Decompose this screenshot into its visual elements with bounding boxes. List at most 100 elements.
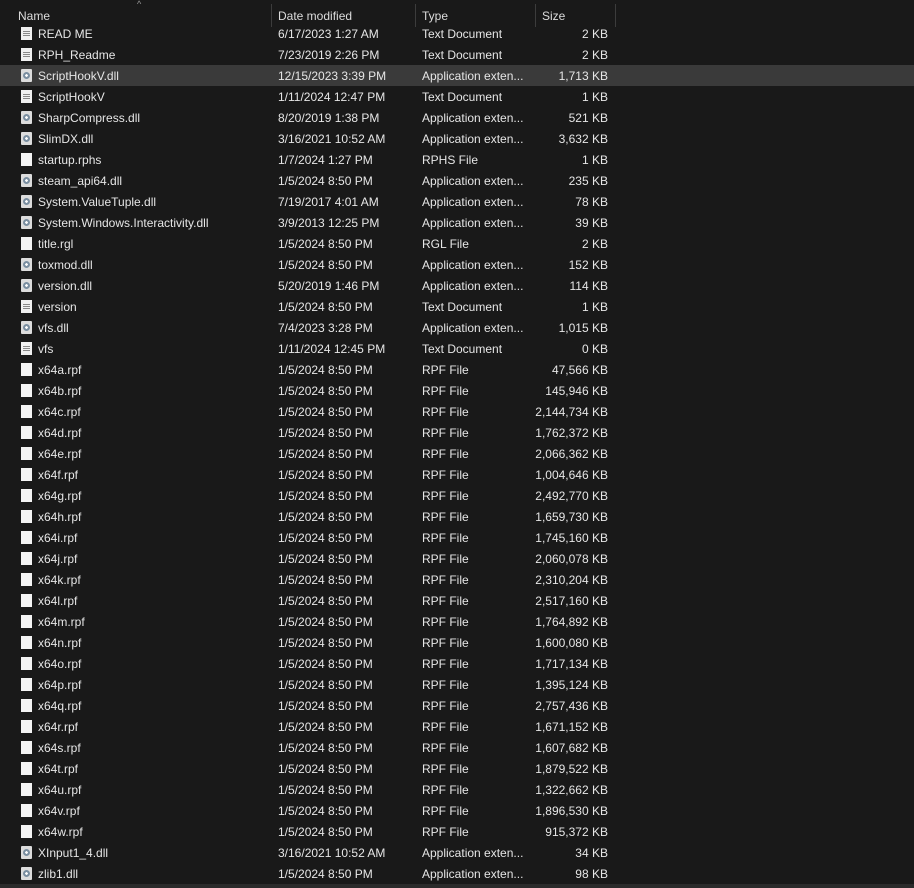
file-row[interactable]: toxmod.dll 1/5/2024 8:50 PM Application … (0, 254, 914, 275)
file-size: 1,879,522 KB (535, 762, 608, 776)
file-row[interactable]: version.dll 5/20/2019 1:46 PM Applicatio… (0, 275, 914, 296)
file-name: x64d.rpf (38, 426, 82, 440)
file-row[interactable]: ScriptHookV 1/11/2024 12:47 PM Text Docu… (0, 86, 914, 107)
file-row[interactable]: x64a.rpf 1/5/2024 8:50 PM RPF File 47,56… (0, 359, 914, 380)
file-size: 1,717,134 KB (535, 657, 608, 671)
file-type: RPF File (422, 510, 469, 524)
blank-file-icon (21, 615, 32, 628)
file-name: x64m.rpf (38, 615, 85, 629)
file-row[interactable]: x64v.rpf 1/5/2024 8:50 PM RPF File 1,896… (0, 800, 914, 821)
file-size: 1,659,730 KB (535, 510, 608, 524)
file-name: x64u.rpf (38, 783, 82, 797)
file-name: x64c.rpf (38, 405, 81, 419)
file-date-modified: 1/5/2024 8:50 PM (278, 615, 373, 629)
file-row[interactable]: vfs 1/11/2024 12:45 PM Text Document 0 K… (0, 338, 914, 359)
file-row[interactable]: x64e.rpf 1/5/2024 8:50 PM RPF File 2,066… (0, 443, 914, 464)
file-name: x64i.rpf (38, 531, 78, 545)
file-date-modified: 6/17/2023 1:27 AM (278, 27, 379, 41)
file-row[interactable]: startup.rphs 1/7/2024 1:27 PM RPHS File … (0, 149, 914, 170)
file-date-modified: 1/5/2024 8:50 PM (278, 720, 373, 734)
file-type: RPF File (422, 489, 469, 503)
file-row[interactable]: x64o.rpf 1/5/2024 8:50 PM RPF File 1,717… (0, 653, 914, 674)
file-row[interactable]: x64h.rpf 1/5/2024 8:50 PM RPF File 1,659… (0, 506, 914, 527)
file-name: SharpCompress.dll (38, 111, 141, 125)
file-date-modified: 1/5/2024 8:50 PM (278, 804, 373, 818)
file-type: RPF File (422, 573, 469, 587)
file-size: 152 KB (568, 258, 608, 272)
file-row[interactable]: x64c.rpf 1/5/2024 8:50 PM RPF File 2,144… (0, 401, 914, 422)
file-row[interactable]: steam_api64.dll 1/5/2024 8:50 PM Applica… (0, 170, 914, 191)
file-row[interactable]: READ ME 6/17/2023 1:27 AM Text Document … (0, 23, 914, 44)
dll-icon (21, 846, 32, 859)
file-row[interactable]: x64s.rpf 1/5/2024 8:50 PM RPF File 1,607… (0, 737, 914, 758)
file-type: RPF File (422, 594, 469, 608)
file-size: 1,600,080 KB (535, 636, 608, 650)
file-type: RPF File (422, 615, 469, 629)
file-list: READ ME 6/17/2023 1:27 AM Text Document … (0, 23, 914, 884)
file-row[interactable]: RPH_Readme 7/23/2019 2:26 PM Text Docume… (0, 44, 914, 65)
column-header-type[interactable]: Type (422, 9, 448, 23)
file-row[interactable]: x64i.rpf 1/5/2024 8:50 PM RPF File 1,745… (0, 527, 914, 548)
file-row[interactable]: title.rgl 1/5/2024 8:50 PM RGL File 2 KB (0, 233, 914, 254)
file-row[interactable]: x64f.rpf 1/5/2024 8:50 PM RPF File 1,004… (0, 464, 914, 485)
blank-file-icon (21, 720, 32, 733)
file-name: zlib1.dll (38, 867, 79, 881)
file-row[interactable]: x64g.rpf 1/5/2024 8:50 PM RPF File 2,492… (0, 485, 914, 506)
file-size: 2 KB (581, 27, 608, 41)
file-row[interactable]: x64d.rpf 1/5/2024 8:50 PM RPF File 1,762… (0, 422, 914, 443)
file-type: RPF File (422, 678, 469, 692)
file-row[interactable]: x64n.rpf 1/5/2024 8:50 PM RPF File 1,600… (0, 632, 914, 653)
file-row[interactable]: x64k.rpf 1/5/2024 8:50 PM RPF File 2,310… (0, 569, 914, 590)
file-type: Text Document (422, 300, 503, 314)
file-row[interactable]: x64w.rpf 1/5/2024 8:50 PM RPF File 915,3… (0, 821, 914, 842)
file-type: Application exten... (422, 216, 524, 230)
file-row[interactable]: x64b.rpf 1/5/2024 8:50 PM RPF File 145,9… (0, 380, 914, 401)
file-date-modified: 1/5/2024 8:50 PM (278, 657, 373, 671)
file-row[interactable]: x64j.rpf 1/5/2024 8:50 PM RPF File 2,060… (0, 548, 914, 569)
file-row[interactable]: x64t.rpf 1/5/2024 8:50 PM RPF File 1,879… (0, 758, 914, 779)
file-row[interactable]: zlib1.dll 1/5/2024 8:50 PM Application e… (0, 863, 914, 884)
blank-file-icon (21, 741, 32, 754)
file-row[interactable]: x64r.rpf 1/5/2024 8:50 PM RPF File 1,671… (0, 716, 914, 737)
file-type: RPF File (422, 825, 469, 839)
file-row[interactable]: x64m.rpf 1/5/2024 8:50 PM RPF File 1,764… (0, 611, 914, 632)
file-type: RPF File (422, 468, 469, 482)
file-row[interactable]: System.Windows.Interactivity.dll 3/9/201… (0, 212, 914, 233)
dll-icon (21, 132, 32, 145)
file-date-modified: 7/23/2019 2:26 PM (278, 48, 380, 62)
file-date-modified: 1/5/2024 8:50 PM (278, 741, 373, 755)
file-size: 1 KB (581, 300, 608, 314)
dll-icon (21, 279, 32, 292)
file-row[interactable]: SlimDX.dll 3/16/2021 10:52 AM Applicatio… (0, 128, 914, 149)
file-name: vfs (38, 342, 54, 356)
column-header-date[interactable]: Date modified (278, 9, 352, 23)
file-date-modified: 7/4/2023 3:28 PM (278, 321, 373, 335)
file-type: Application exten... (422, 846, 524, 860)
file-row[interactable]: vfs.dll 7/4/2023 3:28 PM Application ext… (0, 317, 914, 338)
file-row[interactable]: XInput1_4.dll 3/16/2021 10:52 AM Applica… (0, 842, 914, 863)
file-row[interactable]: x64q.rpf 1/5/2024 8:50 PM RPF File 2,757… (0, 695, 914, 716)
file-date-modified: 1/5/2024 8:50 PM (278, 699, 373, 713)
file-type: RPF File (422, 552, 469, 566)
file-date-modified: 1/5/2024 8:50 PM (278, 531, 373, 545)
file-row[interactable]: x64p.rpf 1/5/2024 8:50 PM RPF File 1,395… (0, 674, 914, 695)
file-row[interactable]: x64l.rpf 1/5/2024 8:50 PM RPF File 2,517… (0, 590, 914, 611)
file-date-modified: 1/5/2024 8:50 PM (278, 300, 373, 314)
file-row[interactable]: x64u.rpf 1/5/2024 8:50 PM RPF File 1,322… (0, 779, 914, 800)
file-row[interactable]: SharpCompress.dll 8/20/2019 1:38 PM Appl… (0, 107, 914, 128)
file-row[interactable]: version 1/5/2024 8:50 PM Text Document 1… (0, 296, 914, 317)
file-size: 34 KB (575, 846, 608, 860)
file-name: READ ME (38, 27, 93, 41)
file-row[interactable]: System.ValueTuple.dll 7/19/2017 4:01 AM … (0, 191, 914, 212)
file-name: x64v.rpf (38, 804, 80, 818)
file-row[interactable]: ScriptHookV.dll 12/15/2023 3:39 PM Appli… (0, 65, 914, 86)
file-date-modified: 12/15/2023 3:39 PM (278, 69, 387, 83)
file-name: x64e.rpf (38, 447, 82, 461)
column-header-name[interactable]: Name (18, 9, 50, 23)
file-date-modified: 3/16/2021 10:52 AM (278, 132, 386, 146)
file-name: x64k.rpf (38, 573, 81, 587)
file-size: 235 KB (568, 174, 608, 188)
column-header-size[interactable]: Size (542, 9, 565, 23)
file-type: RPF File (422, 636, 469, 650)
file-type: Application exten... (422, 867, 524, 881)
